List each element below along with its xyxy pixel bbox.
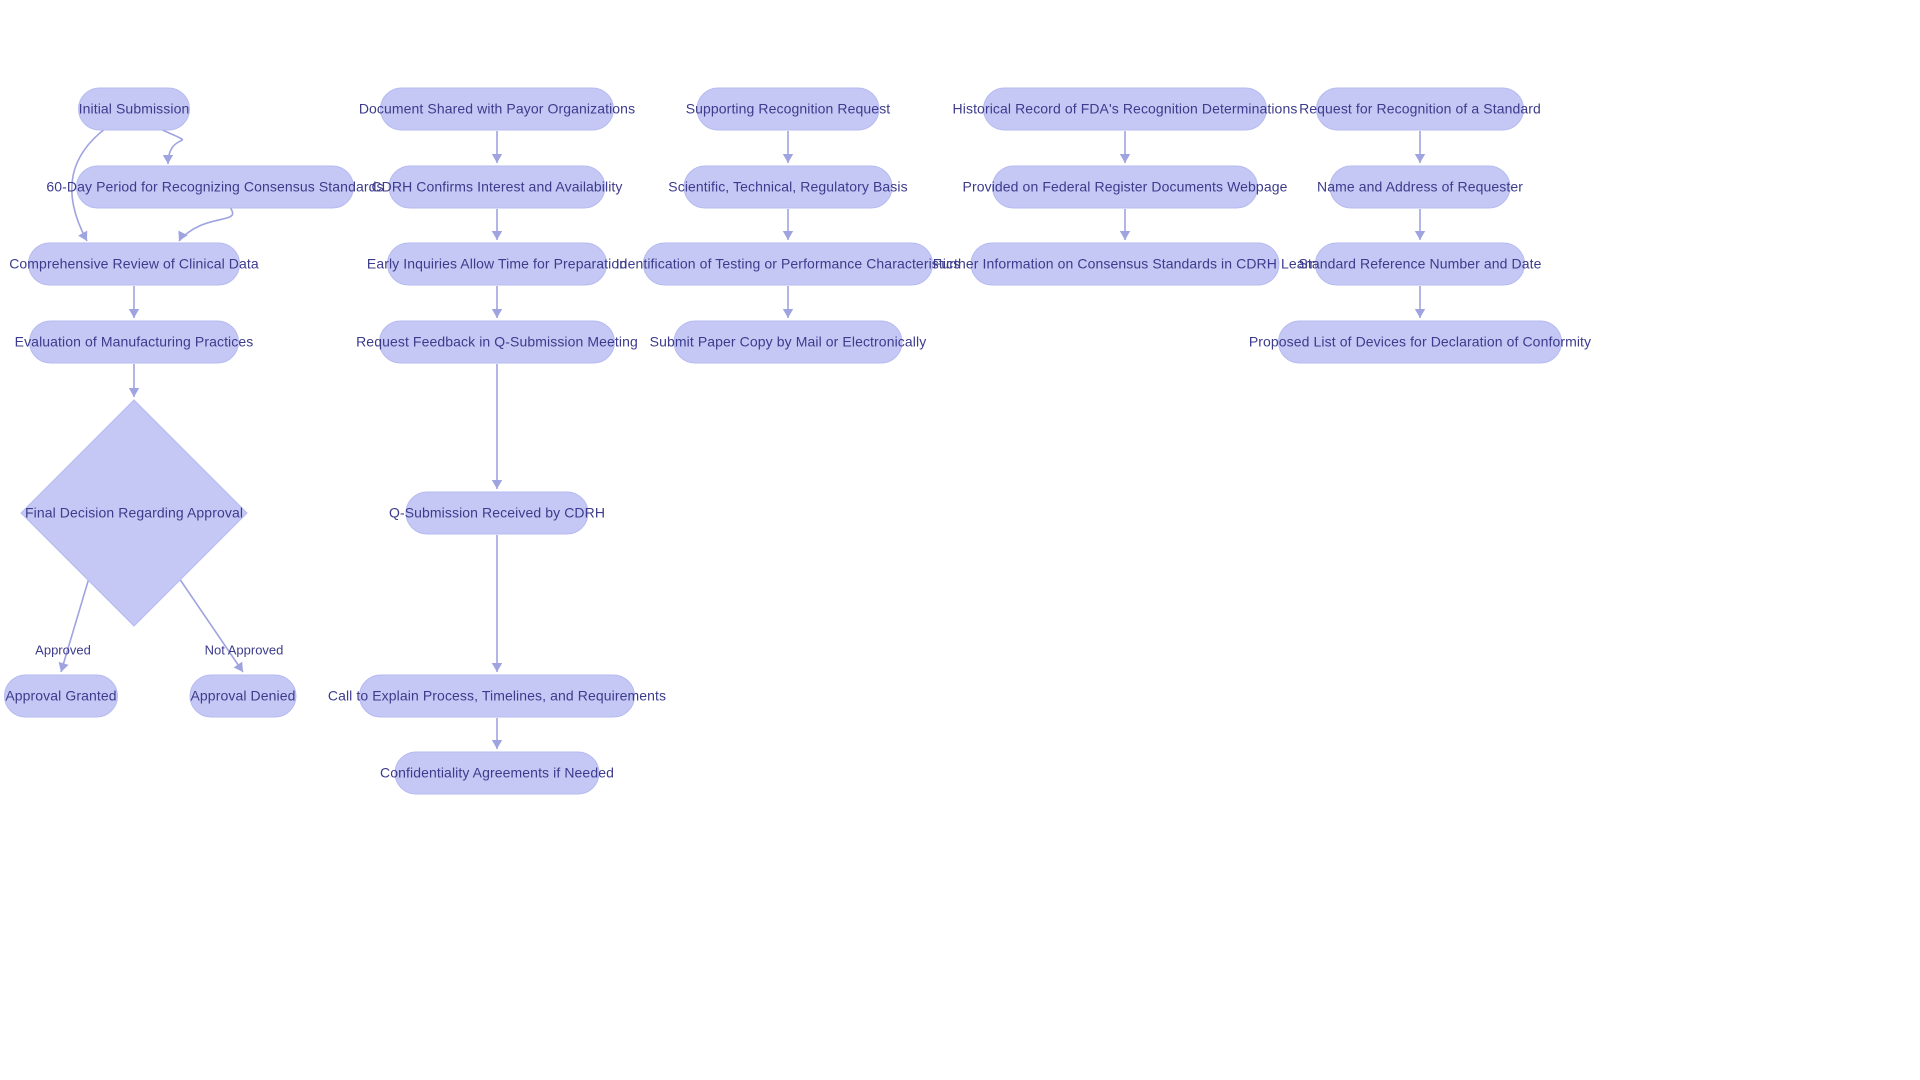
node-q-submission-received-by-cdrh[interactable]: Q-Submission Received by CDRH [389, 491, 605, 535]
node-call-to-explain-process-timelines-and-requirements[interactable]: Call to Explain Process, Timelines, and … [328, 674, 666, 718]
edge-historical-record-of-fdas-recognition-determinations-to-provided-on-federal-register-documents-webpage [1119, 131, 1131, 163]
arrowhead-icon [1119, 154, 1131, 163]
arrowhead-icon [1414, 154, 1426, 163]
edge-initial-submission-to-60-day-period-for-recognizing-consensus-standards [157, 127, 183, 165]
node-early-inquiries-allow-time-for-preparation[interactable]: Early Inquiries Allow Time for Preparati… [367, 242, 627, 286]
node-proposed-list-of-devices-for-declaration-of-conformity[interactable]: Proposed List of Devices for Declaration… [1249, 320, 1591, 364]
node-further-information-on-consensus-standards-in-cdrh-learn[interactable]: Further Information on Consensus Standar… [933, 242, 1318, 286]
edge-labels-layer: Approved Not Approved [35, 642, 283, 657]
arrowhead-icon [178, 230, 188, 241]
arrowhead-icon [162, 155, 174, 164]
node-provided-on-federal-register-documents-webpage[interactable]: Provided on Federal Register Documents W… [963, 165, 1288, 209]
process-pill-shape[interactable] [643, 242, 933, 286]
node-evaluation-of-manufacturing-practices[interactable]: Evaluation of Manufacturing Practices [15, 320, 254, 364]
arrowhead-icon [782, 231, 794, 240]
edge-request-feedback-in-q-submission-meeting-to-q-submission-received-by-cdrh [491, 364, 503, 489]
process-pill-shape[interactable] [28, 242, 240, 286]
process-pill-shape[interactable] [394, 751, 600, 795]
arrowhead-icon [58, 661, 69, 672]
arrowhead-icon [491, 663, 503, 672]
node-request-feedback-in-q-submission-meeting[interactable]: Request Feedback in Q-Submission Meeting [356, 320, 638, 364]
node-final-decision-regarding-approval[interactable]: Final Decision Regarding Approval [20, 399, 248, 627]
node-60-day-period-for-recognizing-consensus-standards[interactable]: 60-Day Period for Recognizing Consensus … [46, 165, 384, 209]
node-identification-of-testing-or-performance-characteristics[interactable]: Identification of Testing or Performance… [616, 242, 961, 286]
process-pill-shape[interactable] [78, 87, 190, 131]
edge-name-and-address-of-requester-to-standard-reference-number-and-date [1414, 209, 1426, 240]
flowchart-svg: Initial Submission 60-Day Period for Reco… [4, 87, 1591, 795]
edge-call-to-explain-process-timelines-and-requirements-to-confidentiality-agreements-if-needed [491, 718, 503, 749]
edge-cdrh-confirms-interest-and-availability-to-early-inquiries-allow-time-for-preparation [491, 209, 503, 240]
arrowhead-icon [782, 309, 794, 318]
node-standard-reference-number-and-date[interactable]: Standard Reference Number and Date [1298, 242, 1542, 286]
process-pill-shape[interactable] [983, 87, 1267, 131]
arrowhead-icon [1414, 309, 1426, 318]
node-document-shared-with-payor-organizations[interactable]: Document Shared with Payor Organizations [359, 87, 635, 131]
edge-provided-on-federal-register-documents-webpage-to-further-information-on-consensus-standards-in-cdrh-learn [1119, 209, 1131, 240]
process-pill-shape[interactable] [4, 674, 118, 718]
node-scientific-technical-regulatory-basis[interactable]: Scientific, Technical, Regulatory Basis [668, 165, 908, 209]
process-pill-shape[interactable] [696, 87, 880, 131]
process-pill-shape[interactable] [387, 242, 607, 286]
process-pill-shape[interactable] [388, 165, 606, 209]
arrowhead-icon [128, 309, 140, 318]
node-initial-submission[interactable]: Initial Submission [78, 87, 190, 131]
process-pill-shape[interactable] [1316, 87, 1524, 131]
arrowhead-icon [491, 309, 503, 318]
node-name-and-address-of-requester[interactable]: Name and Address of Requester [1317, 165, 1523, 209]
process-pill-shape[interactable] [29, 320, 239, 364]
node-confidentiality-agreements-if-needed[interactable]: Confidentiality Agreements if Needed [380, 751, 614, 795]
process-pill-shape[interactable] [1315, 242, 1525, 286]
arrowhead-icon [1119, 231, 1131, 240]
arrowhead-icon [491, 231, 503, 240]
node-supporting-recognition-request[interactable]: Supporting Recognition Request [686, 87, 891, 131]
edge-standard-reference-number-and-date-to-proposed-list-of-devices-for-declaration-of-conformity [1414, 286, 1426, 318]
node-cdrh-confirms-interest-and-availability[interactable]: CDRH Confirms Interest and Availability [371, 165, 622, 209]
edge-scientific-technical-regulatory-basis-to-identification-of-testing-or-performance-characteristics [782, 209, 794, 240]
arrowhead-icon [1414, 231, 1426, 240]
process-pill-shape[interactable] [673, 320, 903, 364]
arrowhead-icon [491, 480, 503, 489]
edge-document-shared-with-payor-organizations-to-cdrh-confirms-interest-and-availability [491, 131, 503, 163]
edge-final-decision-regarding-approval-to-approval-denied [178, 577, 244, 673]
edge-line [60, 577, 90, 673]
edge-final-decision-regarding-approval-to-approval-granted [58, 577, 90, 673]
node-approval-granted[interactable]: Approval Granted [4, 674, 118, 718]
edge-line [178, 205, 234, 242]
flowchart-canvas: Initial Submission 60-Day Period for Reco… [0, 0, 1920, 1080]
decision-diamond-shape[interactable] [20, 399, 248, 627]
edge-early-inquiries-allow-time-for-preparation-to-request-feedback-in-q-submission-meeting [491, 286, 503, 318]
edge-request-for-recognition-of-a-standard-to-name-and-address-of-requester [1414, 131, 1426, 163]
arrowhead-icon [128, 388, 140, 397]
process-pill-shape[interactable] [76, 165, 354, 209]
edge-supporting-recognition-request-to-scientific-technical-regulatory-basis [782, 131, 794, 163]
arrowhead-icon [491, 740, 503, 749]
arrowhead-icon [233, 661, 243, 672]
process-pill-shape[interactable] [683, 165, 893, 209]
arrowhead-icon [491, 154, 503, 163]
edge-evaluation-of-manufacturing-practices-to-final-decision-regarding-approval [128, 364, 140, 397]
process-pill-shape[interactable] [359, 674, 635, 718]
process-pill-shape[interactable] [992, 165, 1258, 209]
node-comprehensive-review-of-clinical-data[interactable]: Comprehensive Review of Clinical Data [9, 242, 259, 286]
process-pill-shape[interactable] [189, 674, 297, 718]
nodes-layer: Initial Submission 60-Day Period for Reco… [4, 87, 1591, 795]
process-pill-shape[interactable] [405, 491, 589, 535]
edge-60-day-period-for-recognizing-consensus-standards-to-comprehensive-review-of-clinical-data [178, 205, 234, 242]
arrowhead-icon [782, 154, 794, 163]
process-pill-shape[interactable] [970, 242, 1280, 286]
process-pill-shape[interactable] [1278, 320, 1562, 364]
node-submit-paper-copy-by-mail-or-electronically[interactable]: Submit Paper Copy by Mail or Electronica… [650, 320, 927, 364]
edge-identification-of-testing-or-performance-characteristics-to-submit-paper-copy-by-mail-or-electronically [782, 286, 794, 318]
edge-line [178, 577, 244, 673]
node-historical-record-of-fdas-recognition-determinations[interactable]: Historical Record of FDA's Recognition D… [953, 87, 1298, 131]
process-pill-shape[interactable] [1329, 165, 1511, 209]
edge-comprehensive-review-of-clinical-data-to-evaluation-of-manufacturing-practices [128, 286, 140, 318]
process-pill-shape[interactable] [380, 87, 614, 131]
edge-label-approved: Approved [35, 642, 91, 657]
edge-label-not-approved: Not Approved [205, 642, 284, 657]
node-approval-denied[interactable]: Approval Denied [189, 674, 297, 718]
edge-q-submission-received-by-cdrh-to-call-to-explain-process-timelines-and-requirements [491, 535, 503, 672]
process-pill-shape[interactable] [379, 320, 615, 364]
node-request-for-recognition-of-a-standard[interactable]: Request for Recognition of a Standard [1299, 87, 1541, 131]
